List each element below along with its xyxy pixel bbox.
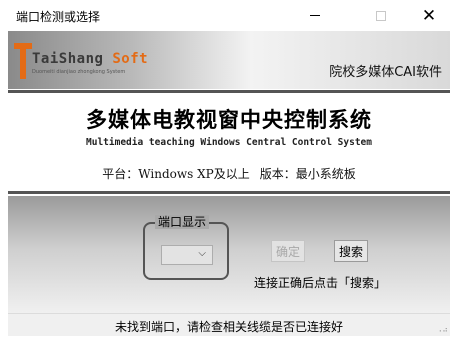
logo-name: TaiShang Soft (32, 51, 149, 67)
title-bar: 端口检测或选择 ✕ (0, 0, 458, 31)
port-selection-area: 端口显示 ⌵ 确定 搜索 连接正确后点击「搜索」 (8, 196, 450, 313)
search-button[interactable]: 搜索 (334, 240, 368, 262)
platform-version-line: 平台：Windows XP及以上 版本：最小系统板 (8, 165, 450, 182)
confirm-button[interactable]: 确定 (271, 240, 305, 262)
port-select[interactable]: ⌵ (161, 245, 213, 265)
status-message: 未找到端口，请检查相关线缆是否已连接好 (114, 320, 343, 334)
search-hint: 连接正确后点击「搜索」 (254, 276, 387, 290)
title-panel: 多媒体电教视窗中央控制系统 Multimedia teaching Window… (8, 90, 450, 194)
system-subtitle: Multimedia teaching Windows Central Cont… (86, 137, 372, 148)
chevron-down-icon: ⌵ (198, 248, 206, 259)
minimize-button[interactable] (292, 0, 338, 31)
port-display-group: 端口显示 ⌵ (143, 215, 229, 280)
window-title: 端口检测或选择 (16, 10, 101, 24)
system-title: 多媒体电教视窗中央控制系统 (86, 107, 372, 132)
version-text: 版本：最小系统板 (259, 167, 356, 181)
maximize-icon (376, 10, 386, 21)
logo-subtitle: Duomeiti dianjiao zhongkong System (32, 69, 126, 75)
header-banner: TaiShang Soft Duomeiti dianjiao zhongkon… (8, 31, 450, 89)
taishang-logo-icon (14, 43, 32, 79)
resize-grip-icon[interactable]: ⠠⠴ (436, 326, 448, 334)
banner-product-text: 院校多媒体CAI软件 (329, 65, 442, 80)
platform-text: 平台：Windows XP及以上 (102, 167, 250, 181)
close-button[interactable]: ✕ (406, 0, 452, 31)
port-display-label: 端口显示 (155, 215, 210, 229)
maximize-button (358, 0, 404, 31)
close-icon: ✕ (421, 5, 437, 26)
minimize-icon (310, 15, 320, 16)
status-bar: 未找到端口，请检查相关线缆是否已连接好 ⠠⠴ (8, 313, 450, 336)
